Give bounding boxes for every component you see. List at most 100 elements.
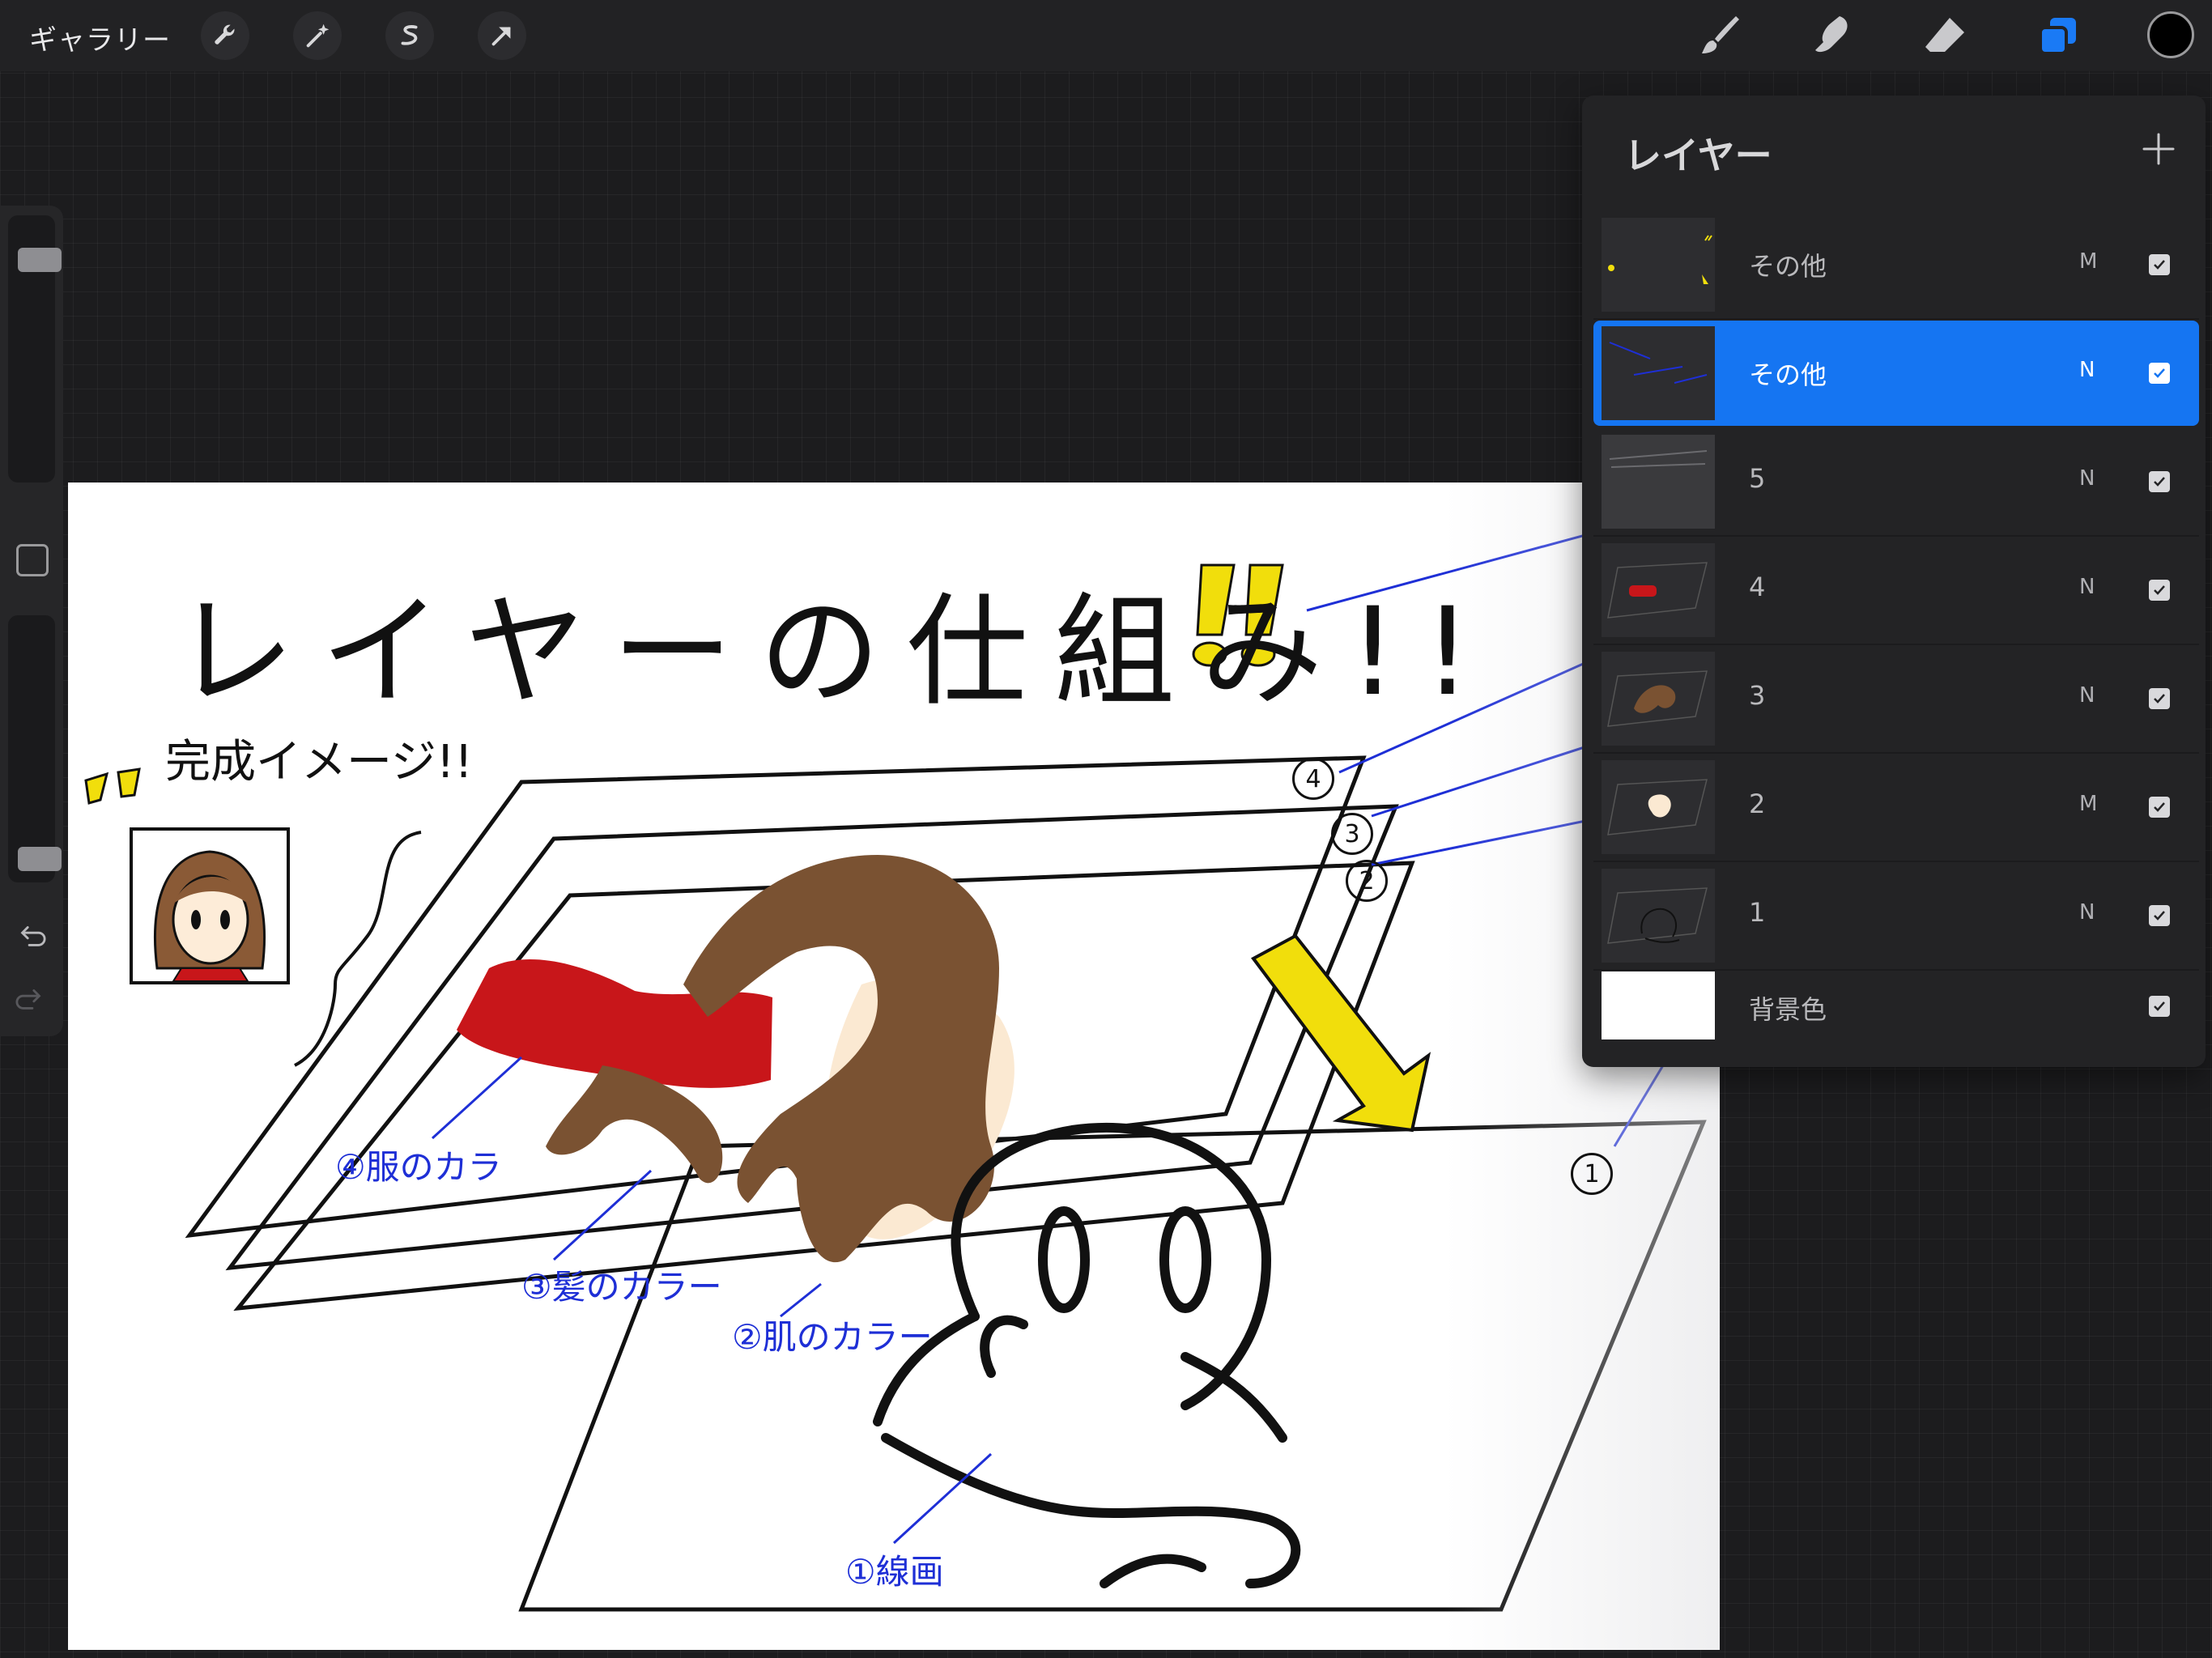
layers-panel-title: レイヤー bbox=[1624, 134, 1772, 177]
background-color-swatch bbox=[1602, 971, 1715, 1039]
layers-tool-button[interactable] bbox=[2031, 8, 2086, 63]
checkmark-icon bbox=[2154, 802, 2165, 812]
checkmark-icon bbox=[2154, 911, 2165, 920]
smudge-tool-button[interactable] bbox=[1804, 8, 1859, 63]
layer-name: 2 bbox=[1749, 789, 1766, 819]
annotation-hair: ③髪のカラー bbox=[521, 1267, 722, 1307]
layer-divider bbox=[1593, 318, 2199, 320]
layers-panel: レイヤー その他 M その他 N 5 N 4 N 3 N 2 M 1 N 背景色 bbox=[1582, 96, 2206, 1067]
layer-name: その他 bbox=[1749, 359, 1827, 390]
brush-size-slider[interactable] bbox=[8, 215, 62, 483]
gallery-button[interactable]: ギャラリー bbox=[29, 18, 171, 57]
opacity-slider[interactable] bbox=[8, 615, 62, 882]
top-toolbar: ギャラリー bbox=[0, 0, 2212, 71]
procreate-app: ギャラリー レイヤーの仕組み!! 完成イメージ!! ④服のカラ ③髪のカラー ②… bbox=[0, 0, 2212, 1658]
layer-thumbnail bbox=[1602, 543, 1715, 637]
undo-button[interactable] bbox=[13, 918, 49, 954]
layer-visibility-checkbox[interactable] bbox=[2149, 363, 2170, 384]
magic-wand-icon bbox=[306, 23, 330, 48]
checkmark-icon bbox=[2154, 1001, 2165, 1011]
layer-divider bbox=[1593, 644, 2199, 645]
plane-label-3: 3 bbox=[1331, 813, 1373, 855]
layer-visibility-checkbox[interactable] bbox=[2149, 580, 2170, 601]
layer-name: 3 bbox=[1749, 680, 1766, 711]
eraser-icon bbox=[1925, 18, 1964, 52]
layer-blend-mode[interactable]: N bbox=[2079, 900, 2095, 925]
layer-row[interactable]: 5 N bbox=[1593, 429, 2199, 534]
transform-arrow-icon bbox=[491, 27, 511, 46]
layer-thumbnail bbox=[1602, 326, 1715, 420]
undo-icon bbox=[20, 926, 46, 946]
selection-button[interactable] bbox=[385, 11, 434, 60]
layer-blend-mode[interactable]: N bbox=[2079, 358, 2095, 382]
selection-icon bbox=[401, 25, 418, 45]
layer-thumbnail bbox=[1602, 869, 1715, 963]
plane-label-4: 4 bbox=[1292, 758, 1334, 800]
plus-icon bbox=[2142, 133, 2175, 165]
layer-visibility-checkbox[interactable] bbox=[2149, 905, 2170, 926]
layer-divider bbox=[1593, 969, 2199, 971]
checkmark-icon bbox=[2154, 694, 2165, 704]
layer-visibility-checkbox[interactable] bbox=[2149, 688, 2170, 709]
adjustments-button[interactable] bbox=[293, 11, 342, 60]
layer-name: 1 bbox=[1749, 897, 1766, 928]
layer-blend-mode[interactable]: N bbox=[2079, 683, 2095, 708]
modify-button[interactable] bbox=[16, 544, 49, 576]
canvas-title: レイヤーの仕組み!! bbox=[173, 582, 1498, 723]
layer-row[interactable]: 2 M bbox=[1593, 755, 2199, 860]
checkmark-icon bbox=[2154, 477, 2165, 487]
brush-tool-button[interactable] bbox=[1692, 8, 1747, 63]
layer-blend-mode[interactable]: M bbox=[2079, 249, 2097, 274]
left-sidebar bbox=[0, 206, 63, 1036]
layer-visibility-checkbox[interactable] bbox=[2149, 996, 2170, 1017]
color-well[interactable] bbox=[2147, 11, 2194, 58]
layer-row[interactable]: その他 M bbox=[1593, 212, 2199, 317]
layer-name: 背景色 bbox=[1749, 994, 1827, 1025]
layer-row[interactable]: 4 N bbox=[1593, 538, 2199, 643]
checkmark-icon bbox=[2154, 260, 2165, 270]
brush-icon bbox=[1702, 16, 1739, 53]
plane-label-2: 2 bbox=[1346, 860, 1388, 902]
layer-divider bbox=[1593, 535, 2199, 537]
layer-divider bbox=[1593, 752, 2199, 754]
smudge-icon bbox=[1815, 16, 1848, 53]
drawing-canvas[interactable]: レイヤーの仕組み!! 完成イメージ!! ④服のカラ ③髪のカラー ②肌のカラー … bbox=[68, 483, 1720, 1650]
brush-size-thumb[interactable] bbox=[18, 248, 62, 273]
add-layer-button[interactable] bbox=[2134, 125, 2183, 173]
layer-blend-mode[interactable]: N bbox=[2079, 466, 2095, 491]
layer-visibility-checkbox[interactable] bbox=[2149, 254, 2170, 275]
plane-1 bbox=[518, 1120, 1707, 1612]
plane-label-1: 1 bbox=[1571, 1153, 1613, 1195]
layer-blend-mode[interactable]: M bbox=[2079, 792, 2097, 816]
checkmark-icon bbox=[2154, 585, 2165, 595]
layer-name: 4 bbox=[1749, 572, 1766, 602]
layer-row[interactable]: 3 N bbox=[1593, 646, 2199, 751]
redo-icon bbox=[15, 989, 41, 1010]
layer-name: その他 bbox=[1749, 251, 1827, 282]
complete-image-label: 完成イメージ!! bbox=[165, 736, 473, 789]
annotation-line: ①線画 bbox=[845, 1552, 944, 1592]
layer-visibility-checkbox[interactable] bbox=[2149, 471, 2170, 492]
down-arrow bbox=[1251, 933, 1431, 1133]
wrench-icon bbox=[215, 24, 235, 45]
layer-blend-mode[interactable]: N bbox=[2079, 575, 2095, 599]
eraser-tool-button[interactable] bbox=[1917, 8, 1972, 63]
opacity-thumb[interactable] bbox=[18, 847, 62, 872]
layer-row-background[interactable]: 背景色 bbox=[1593, 971, 2199, 1061]
transform-button[interactable] bbox=[478, 11, 526, 60]
layer-visibility-checkbox[interactable] bbox=[2149, 797, 2170, 818]
layer-row[interactable]: 1 N bbox=[1593, 863, 2199, 968]
layer-thumbnail bbox=[1602, 435, 1715, 529]
redo-button[interactable] bbox=[13, 981, 49, 1017]
layer-thumbnail bbox=[1602, 760, 1715, 854]
layer-name: 5 bbox=[1749, 463, 1766, 494]
layers-icon bbox=[2039, 18, 2076, 55]
annotation-clothes: ④服のカラ bbox=[335, 1147, 502, 1187]
checkmark-icon bbox=[2154, 368, 2165, 378]
layer-thumbnail bbox=[1602, 218, 1715, 312]
layer-divider bbox=[1593, 861, 2199, 862]
actions-button[interactable] bbox=[201, 11, 249, 60]
layer-row-selected[interactable]: その他 N bbox=[1593, 321, 2199, 426]
annotation-skin: ②肌のカラー bbox=[732, 1317, 933, 1357]
layer-thumbnail bbox=[1602, 652, 1715, 746]
